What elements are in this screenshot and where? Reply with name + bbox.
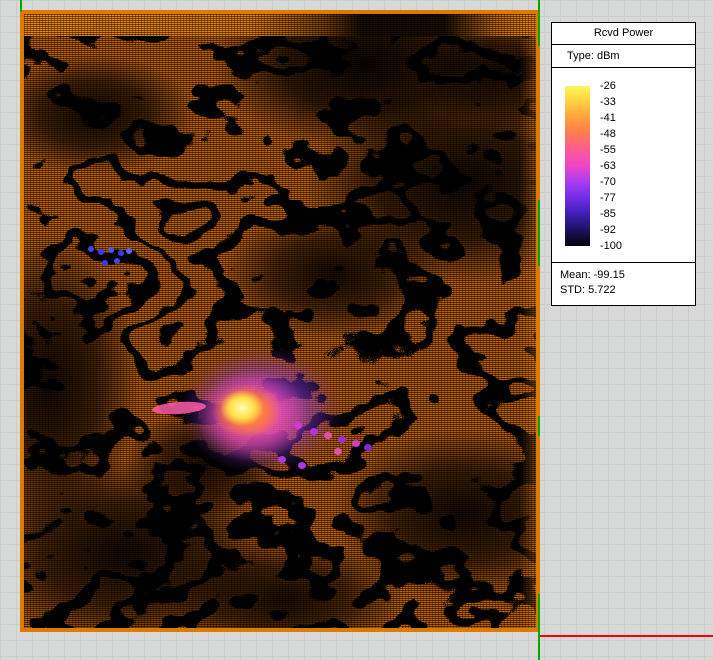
legend-title: Rcvd Power (552, 23, 695, 45)
signal-features (24, 14, 536, 628)
legend-mean: Mean: -99.15 (560, 268, 687, 283)
scale-labels: -26-33-41-48-55-63-70-77-85-92-100 (600, 78, 622, 254)
workspace-canvas: Rcvd Power Type: dBm -26-33-41-48-55-63-… (0, 0, 713, 660)
scale-tick-label: -26 (600, 78, 622, 94)
legend-type-label: Type: dBm (552, 45, 695, 68)
scale-tick-label: -100 (600, 238, 622, 254)
scale-tick-label: -33 (600, 94, 622, 110)
boundary-line-left (20, 0, 22, 12)
legend-std: STD: 5.722 (560, 283, 687, 298)
hotspot-yellow-core (220, 390, 264, 426)
scale-tick-label: -63 (600, 158, 622, 174)
scale-tick-label: -41 (600, 110, 622, 126)
scale-tick-label: -48 (600, 126, 622, 142)
legend-scale: -26-33-41-48-55-63-70-77-85-92-100 (552, 68, 695, 263)
scale-tick-label: -92 (600, 222, 622, 238)
magenta-dot-trail (294, 422, 302, 429)
red-marker-line (540, 635, 713, 637)
legend-panel: Rcvd Power Type: dBm -26-33-41-48-55-63-… (551, 22, 696, 306)
coverage-map[interactable] (20, 10, 540, 632)
scale-tick-label: -55 (600, 142, 622, 158)
boundary-line-right (538, 416, 540, 436)
legend-stats: Mean: -99.15 STD: 5.722 (552, 263, 695, 305)
scale-tick-label: -70 (600, 174, 622, 190)
color-scale-bar (565, 86, 590, 246)
boundary-line-right (538, 0, 540, 46)
blue-dot-cluster (88, 246, 94, 252)
boundary-line-right (538, 594, 540, 660)
boundary-line-right (538, 200, 540, 266)
scale-tick-label: -85 (600, 206, 622, 222)
scale-tick-label: -77 (600, 190, 622, 206)
